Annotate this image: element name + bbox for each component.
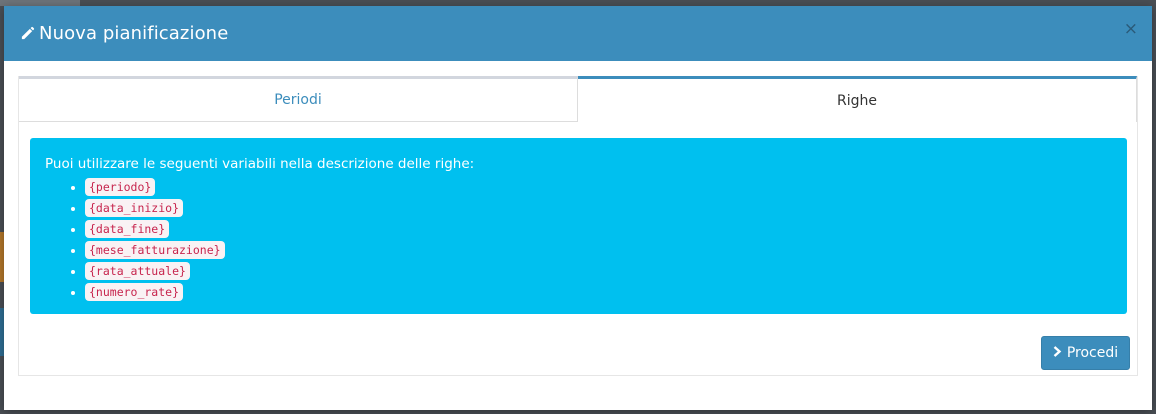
- planning-modal: Nuova pianificazione × Periodi Righe Puo…: [4, 6, 1152, 410]
- tab-righe[interactable]: Righe: [578, 76, 1137, 122]
- list-item: {numero_rate}: [85, 282, 1112, 303]
- modal-body: Periodi Righe Puoi utilizzare le seguent…: [18, 76, 1138, 376]
- tab-periodi[interactable]: Periodi: [19, 76, 578, 122]
- modal-title: Nuova pianificazione: [39, 23, 229, 44]
- variables-list: {periodo} {data_inizio} {data_fine} {mes…: [45, 177, 1112, 303]
- variable-code: {numero_rate}: [85, 283, 184, 301]
- tab-bar: Periodi Righe: [19, 76, 1137, 122]
- list-item: {data_fine}: [85, 219, 1112, 240]
- variable-code: {data_fine}: [85, 220, 170, 238]
- variable-code: {data_inizio}: [85, 199, 184, 217]
- info-callout: Puoi utilizzare le seguenti variabili ne…: [30, 138, 1127, 314]
- proceed-button[interactable]: Procedi: [1041, 336, 1130, 370]
- list-item: {data_inizio}: [85, 198, 1112, 219]
- callout-intro: Puoi utilizzare le seguenti variabili ne…: [45, 156, 475, 172]
- variable-code: {periodo}: [85, 178, 156, 196]
- modal-header: Nuova pianificazione ×: [4, 6, 1152, 61]
- proceed-label: Procedi: [1066, 345, 1119, 361]
- pencil-icon: [19, 26, 35, 42]
- list-item: {rata_attuale}: [85, 261, 1112, 282]
- variable-code: {mese_fatturazione}: [85, 241, 225, 259]
- variable-code: {rata_attuale}: [85, 262, 190, 280]
- list-item: {periodo}: [85, 177, 1112, 198]
- chevron-right-icon: [1053, 345, 1062, 361]
- list-item: {mese_fatturazione}: [85, 240, 1112, 261]
- close-button[interactable]: ×: [1124, 21, 1138, 38]
